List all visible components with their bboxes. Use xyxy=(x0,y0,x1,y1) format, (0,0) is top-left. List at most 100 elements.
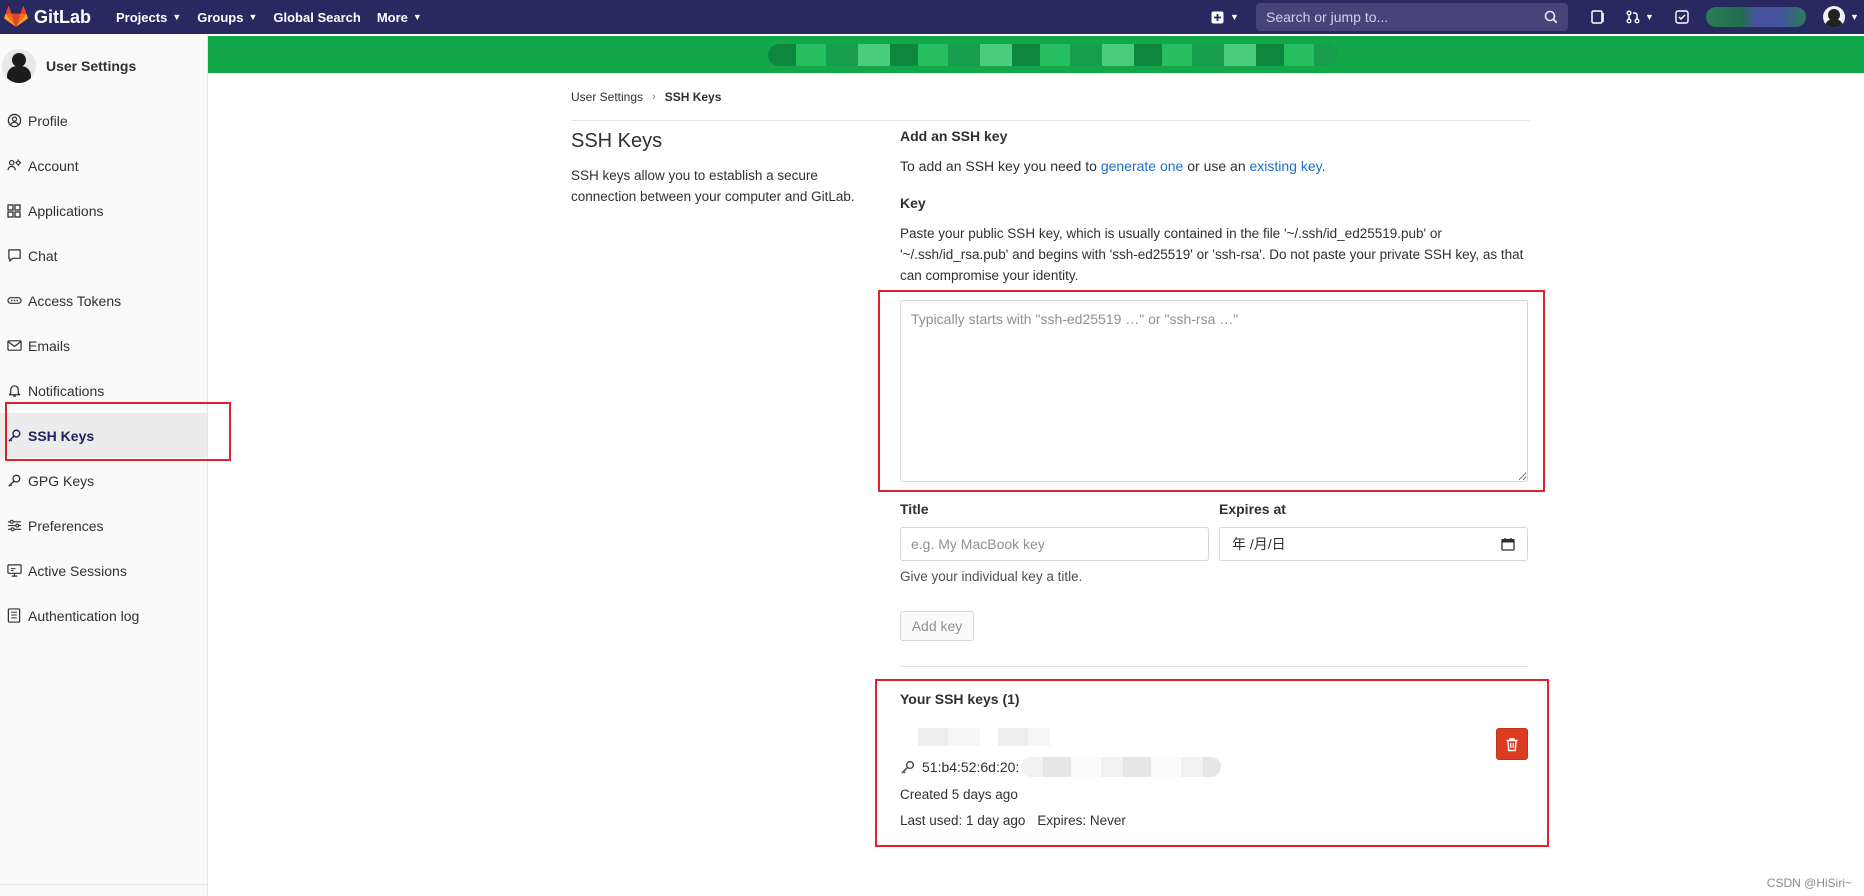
annotation-box-sidebar xyxy=(5,402,231,461)
breadcrumb-parent[interactable]: User Settings xyxy=(571,90,643,104)
sidebar-item-label: Access Tokens xyxy=(28,292,122,309)
redacted-user-area xyxy=(1706,7,1806,27)
divider xyxy=(900,666,1528,667)
applications-icon xyxy=(6,203,22,219)
brand[interactable]: GitLab xyxy=(0,6,100,28)
user-menu-button[interactable]: ▼ xyxy=(1816,0,1860,34)
new-dropdown-button[interactable]: ▼ xyxy=(1208,0,1242,34)
navbar-right: ▼ ▼ ▼ xyxy=(1208,0,1864,34)
redacted-banner-text xyxy=(768,44,1338,66)
nav-global-search-label: Global Search xyxy=(273,9,361,25)
log-icon xyxy=(6,608,22,624)
sidebar-item-label: Profile xyxy=(28,112,68,129)
chevron-down-icon: ▼ xyxy=(172,12,182,22)
expires-date-input[interactable]: 年 /月/日 xyxy=(1219,527,1528,561)
chevron-down-icon: ▼ xyxy=(1850,12,1859,22)
sidebar-header[interactable]: User Settings xyxy=(0,34,207,98)
page-intro: SSH Keys SSH keys allow you to establish… xyxy=(571,130,871,207)
gitlab-logo-icon xyxy=(4,6,28,27)
avatar xyxy=(1823,6,1846,28)
sidebar-item-preferences[interactable]: Preferences xyxy=(0,503,207,548)
page-title: SSH Keys xyxy=(571,130,663,152)
chevron-down-icon: ▼ xyxy=(1645,12,1654,22)
avatar xyxy=(2,49,36,83)
sidebar-item-label: Preferences xyxy=(28,517,104,534)
sidebar-item-label: Notifications xyxy=(28,382,105,399)
divider xyxy=(571,120,1530,121)
todos-button[interactable] xyxy=(1668,0,1696,34)
sidebar-title: User Settings xyxy=(46,58,137,74)
token-icon xyxy=(6,293,22,309)
sidebar-item-access-tokens[interactable]: Access Tokens xyxy=(0,278,207,323)
issues-icon xyxy=(1591,10,1604,24)
nav-projects[interactable]: Projects ▼ xyxy=(116,0,181,34)
chevron-down-icon: ▼ xyxy=(1230,12,1239,22)
title-help-text: Give your individual key a title. xyxy=(900,569,1083,584)
todo-check-icon xyxy=(1675,10,1689,24)
sidebar-item-emails[interactable]: Emails xyxy=(0,323,207,368)
sidebar-collapse-bar[interactable] xyxy=(0,884,207,896)
bell-icon xyxy=(6,383,22,399)
search-input[interactable] xyxy=(1266,9,1544,25)
mail-icon xyxy=(6,338,22,354)
title-label: Title xyxy=(900,501,929,517)
account-icon xyxy=(6,158,22,174)
sidebar-item-applications[interactable]: Applications xyxy=(0,188,207,233)
sidebar-item-label: Chat xyxy=(28,247,58,264)
nav-projects-label: Projects xyxy=(116,9,168,25)
annotation-box-key-textarea xyxy=(878,290,1545,492)
broadcast-banner xyxy=(208,36,1864,73)
sidebar: User Settings Profile Account Applicatio… xyxy=(0,34,208,896)
merge-requests-button[interactable]: ▼ xyxy=(1620,0,1660,34)
watermark: CSDN @HiSiri~ xyxy=(1766,876,1852,890)
sidebar-item-label: Authentication log xyxy=(28,607,140,624)
nav-more-label: More xyxy=(376,9,408,25)
profile-icon xyxy=(6,113,22,129)
chat-icon xyxy=(6,248,22,264)
sidebar-item-active-sessions[interactable]: Active Sessions xyxy=(0,548,207,593)
sidebar-item-chat[interactable]: Chat xyxy=(0,233,207,278)
date-value: 年 /月/日 xyxy=(1232,536,1286,552)
sidebar-item-label: Emails xyxy=(28,337,71,354)
monitor-icon xyxy=(6,563,22,579)
top-navbar: GitLab Projects ▼ Groups ▼ Global Search… xyxy=(0,0,1864,34)
key-icon xyxy=(6,473,22,489)
intro-middle: or use an xyxy=(1187,158,1246,174)
sidebar-item-label: Active Sessions xyxy=(28,562,127,579)
sidebar-item-label: Applications xyxy=(28,202,104,219)
annotation-box-ssh-keys xyxy=(875,679,1549,847)
sidebar-item-label: GPG Keys xyxy=(28,472,95,489)
key-description: Paste your public SSH key, which is usua… xyxy=(900,226,1524,283)
preferences-icon xyxy=(6,518,22,534)
calendar-icon[interactable] xyxy=(1501,537,1515,551)
title-input[interactable] xyxy=(900,527,1209,561)
existing-key-link[interactable]: existing key xyxy=(1250,158,1322,174)
add-ssh-key-form: Add an SSH key To add an SSH key you nee… xyxy=(900,128,1528,828)
sidebar-item-account[interactable]: Account xyxy=(0,143,207,188)
nav-groups-label: Groups xyxy=(197,9,244,25)
sidebar-item-gpg-keys[interactable]: GPG Keys xyxy=(0,458,207,503)
sidebar-item-authentication-log[interactable]: Authentication log xyxy=(0,593,207,638)
chevron-right-icon: › xyxy=(652,91,656,103)
search-box[interactable] xyxy=(1256,3,1568,31)
chevron-down-icon: ▼ xyxy=(412,12,422,22)
intro-prefix: To add an SSH key you need to xyxy=(900,158,1097,174)
sidebar-item-profile[interactable]: Profile xyxy=(0,98,207,143)
plus-square-icon xyxy=(1211,11,1224,23)
form-intro: To add an SSH key you need to generate o… xyxy=(900,158,1528,174)
nav-more[interactable]: More ▼ xyxy=(377,0,422,34)
form-heading: Add an SSH key xyxy=(900,128,1008,144)
issues-button[interactable] xyxy=(1584,0,1612,34)
brand-name: GitLab xyxy=(34,6,91,27)
generate-one-link[interactable]: generate one xyxy=(1101,158,1184,174)
nav-groups[interactable]: Groups ▼ xyxy=(197,0,257,34)
breadcrumb-current[interactable]: SSH Keys xyxy=(665,90,722,104)
add-key-button[interactable]: Add key xyxy=(900,611,974,641)
nav-global-search[interactable]: Global Search xyxy=(273,0,360,34)
chevron-down-icon: ▼ xyxy=(248,12,258,22)
intro-suffix: . xyxy=(1321,158,1326,174)
sidebar-item-label: Account xyxy=(28,157,79,174)
breadcrumb: User Settings › SSH Keys xyxy=(571,90,721,104)
search-icon xyxy=(1544,10,1558,24)
key-label: Key xyxy=(900,195,926,211)
